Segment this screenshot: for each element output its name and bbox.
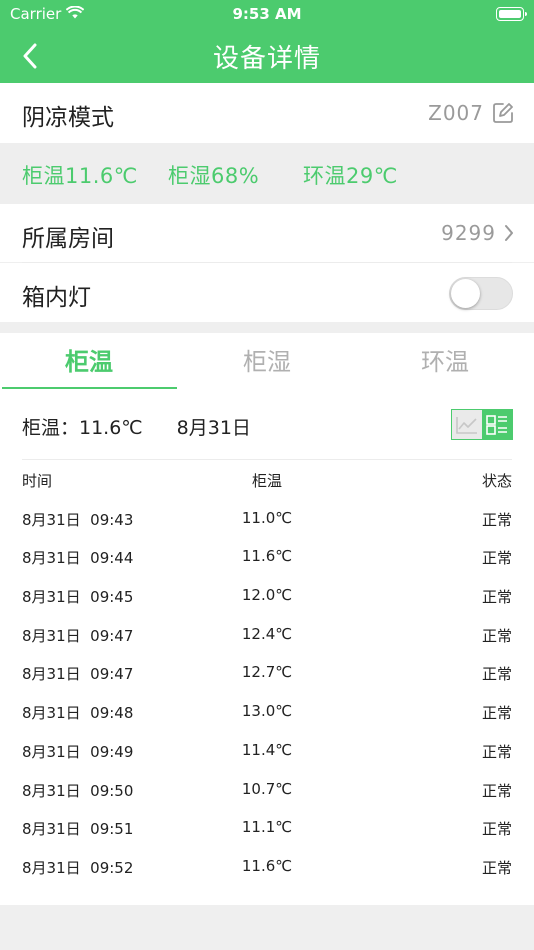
cell-status: 正常 [481,782,512,800]
cell-temp: 11.4℃ [241,741,293,759]
header-status: 状态 [481,472,512,490]
cell-temp: 11.0℃ [241,509,293,527]
cell-time: 8月31日 09:49 [22,743,134,761]
cell-temp: 12.0℃ [241,586,293,604]
page-title: 设备详情 [212,44,321,74]
room-value-wrap: 9299 [441,221,514,245]
device-code-edit[interactable]: Z007 [428,101,514,125]
cell-temp: 12.4℃ [241,625,293,643]
tab-indicator [2,387,177,389]
summary: 柜温：11.6℃ 8月31日 [22,413,251,440]
room-title: 所属房间 [22,226,114,252]
cell-temp: 11.1℃ [241,818,293,836]
view-toggle [451,409,513,440]
list-icon [486,414,507,435]
cell-time: 8月31日 09:48 [22,704,134,722]
panel-divider [22,459,512,460]
cell-time: 8月31日 09:45 [22,588,134,606]
battery-icon [496,7,527,21]
stats-strip: 柜温11.6℃ 柜湿68% 环温29℃ [0,143,534,204]
cell-status: 正常 [481,743,512,761]
tab-cabinet-temp[interactable]: 柜温 [0,333,178,391]
back-button[interactable] [10,36,50,76]
header-temp: 柜温 [251,472,282,490]
summary-date: 8月31日 [176,417,251,439]
header: Carrier 9:53 AM 设备详情 [0,0,534,83]
list-view-button[interactable] [482,410,512,439]
light-title: 箱内灯 [22,285,91,311]
cabinet-temp-stat: 柜温11.6℃ [22,164,138,188]
cell-time: 8月31日 09:51 [22,820,134,838]
line-chart-icon [456,416,477,434]
edit-icon[interactable] [492,102,514,124]
tab-ambient-temp[interactable]: 环温 [356,333,534,391]
cell-time: 8月31日 09:47 [22,627,134,645]
cell-status: 正常 [481,549,512,567]
header-time: 时间 [22,472,53,490]
room-row[interactable]: 所属房间 9299 [0,204,534,262]
cell-status: 正常 [481,704,512,722]
status-bar: Carrier 9:53 AM [0,0,534,28]
cell-status: 正常 [481,511,512,529]
records-panel: 柜温 柜湿 环温 柜温：11.6℃ 8月31日 时间 柜温 状态 8月31日 0… [0,333,534,905]
mode-title: 阴凉模式 [22,105,114,131]
room-value: 9299 [441,221,496,245]
cell-time: 8月31日 09:47 [22,665,134,683]
cell-status: 正常 [481,588,512,606]
chevron-left-icon [23,43,37,69]
cell-status: 正常 [481,665,512,683]
cell-time: 8月31日 09:50 [22,782,134,800]
summary-value: 柜温：11.6℃ [22,417,143,439]
cabinet-humidity-stat: 柜湿68% [168,164,260,188]
cell-time: 8月31日 09:43 [22,511,134,529]
cell-time: 8月31日 09:44 [22,549,134,567]
cell-status: 正常 [481,859,512,877]
chart-view-button[interactable] [452,410,482,439]
cell-time: 8月31日 09:52 [22,859,134,877]
ambient-temp-stat: 环温29℃ [303,164,398,188]
nav-bar: 设备详情 [0,28,534,83]
cell-temp: 13.0℃ [241,702,293,720]
toggle-knob [451,279,480,308]
light-toggle[interactable] [449,277,513,310]
cell-status: 正常 [481,820,512,838]
cell-temp: 12.7℃ [241,663,293,681]
chevron-right-icon [505,225,513,241]
cell-temp: 10.7℃ [241,780,293,798]
device-code: Z007 [428,101,484,125]
cell-status: 正常 [481,627,512,645]
mode-row: 阴凉模式 Z007 [0,83,534,143]
cell-temp: 11.6℃ [241,857,293,875]
cell-temp: 11.6℃ [241,547,293,565]
status-time: 9:53 AM [232,5,302,23]
light-row: 箱内灯 [0,263,534,322]
tab-cabinet-humidity[interactable]: 柜湿 [178,333,356,391]
